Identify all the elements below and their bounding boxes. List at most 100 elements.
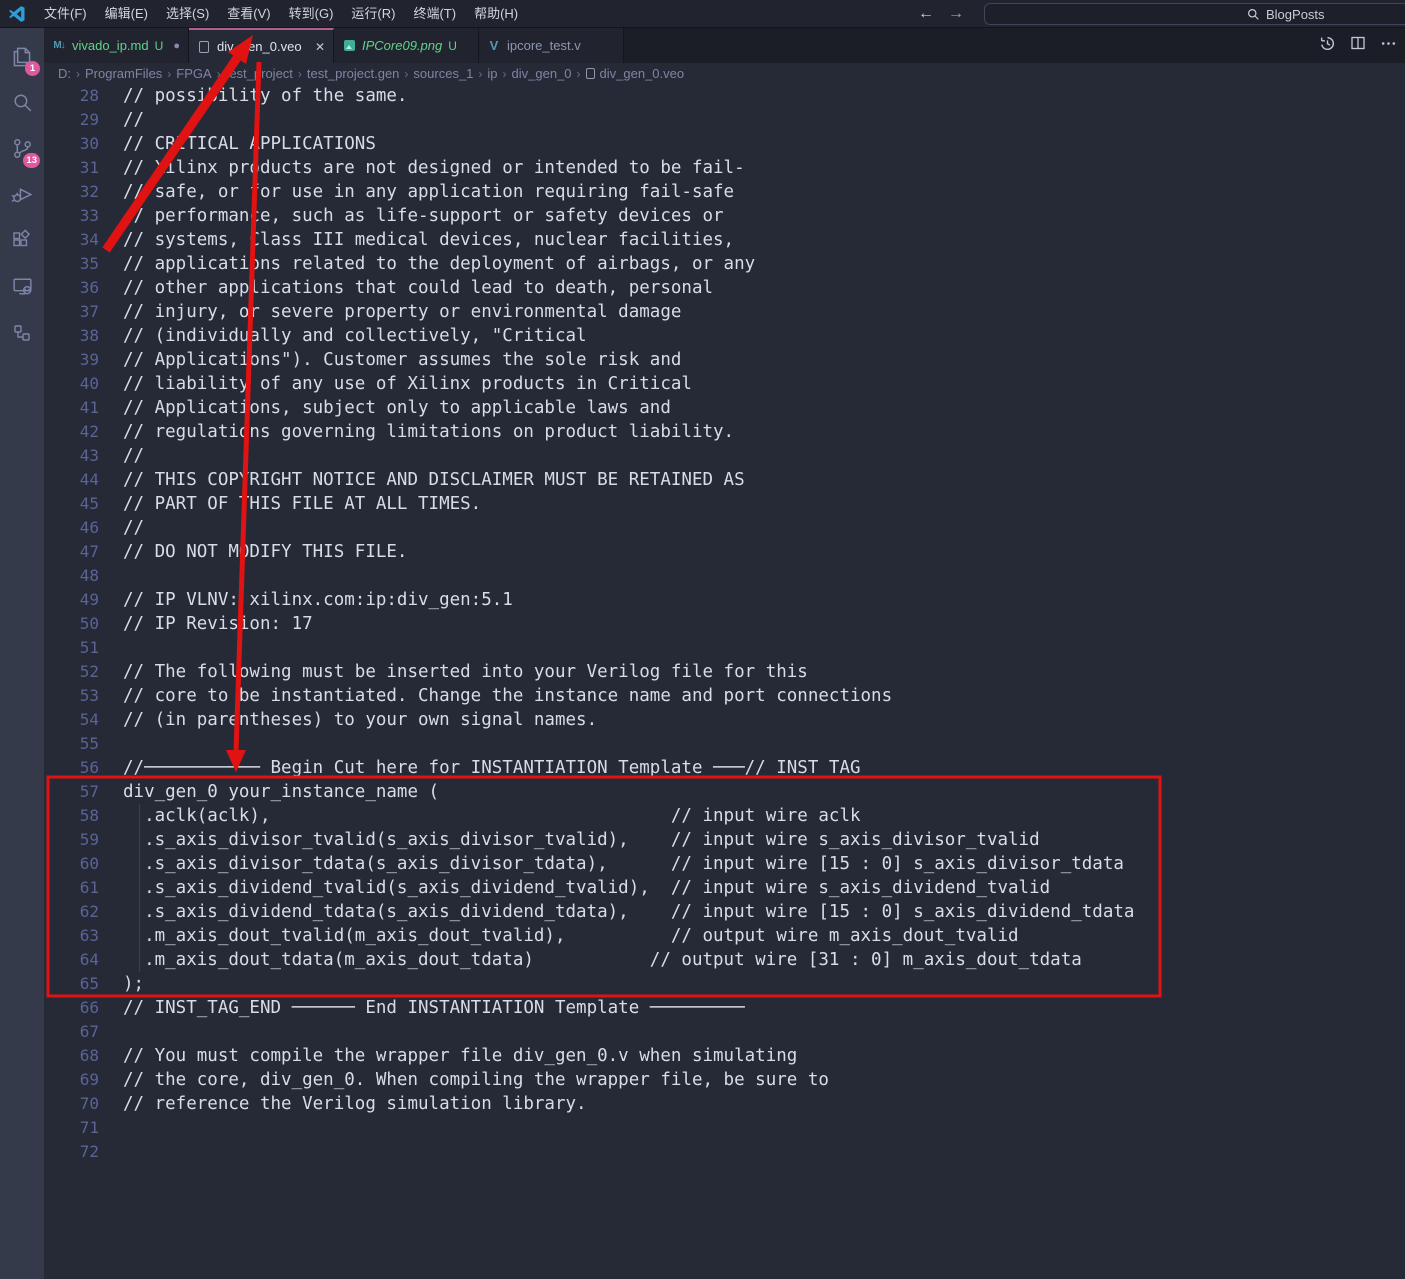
line-content: [99, 732, 123, 756]
line-number: 29: [44, 108, 99, 132]
line-number: 62: [44, 900, 99, 924]
menu-item-6[interactable]: 终端(T): [404, 0, 465, 28]
code-line-56[interactable]: 56//─────────── Begin Cut here for INSTA…: [44, 756, 1405, 780]
code-line-41[interactable]: 41// Applications, subject only to appli…: [44, 396, 1405, 420]
forward-arrow-icon[interactable]: →: [948, 5, 964, 23]
breadcrumb-item-1[interactable]: ProgramFiles: [85, 66, 162, 81]
back-arrow-icon[interactable]: ←: [918, 5, 934, 23]
tab-vivado_ip.md[interactable]: M↓vivado_ip.mdU●: [44, 28, 189, 63]
code-line-72[interactable]: 72: [44, 1140, 1405, 1164]
tab-IPCore09.png[interactable]: IPCore09.pngU: [334, 28, 479, 63]
line-content: // INST_TAG_END ────── End INSTANTIATION…: [99, 996, 745, 1020]
activity-bar-item-run-and-debug[interactable]: [0, 174, 44, 220]
menu-item-5[interactable]: 运行(R): [342, 0, 404, 28]
breadcrumb-item-0[interactable]: D:: [58, 66, 71, 81]
code-line-37[interactable]: 37// injury, or severe property or envir…: [44, 300, 1405, 324]
modified-dot-icon[interactable]: ●: [173, 40, 180, 52]
code-line-46[interactable]: 46//: [44, 516, 1405, 540]
line-number: 33: [44, 204, 99, 228]
breadcrumb-item-3[interactable]: test_project: [226, 66, 293, 81]
split-editor-icon[interactable]: [1350, 35, 1366, 56]
activity-bar-item-search[interactable]: [0, 82, 44, 128]
code-line-58[interactable]: 58 .aclk(aclk), // input wire aclk: [44, 804, 1405, 828]
activity-bar-item-extensions[interactable]: [0, 220, 44, 266]
breadcrumb-item-4[interactable]: test_project.gen: [307, 66, 400, 81]
code-line-39[interactable]: 39// Applications"). Customer assumes th…: [44, 348, 1405, 372]
menu-item-4[interactable]: 转到(G): [280, 0, 343, 28]
breadcrumb-separator: ›: [577, 67, 581, 81]
breadcrumb-item-6[interactable]: ip: [487, 66, 497, 81]
code-line-64[interactable]: 64 .m_axis_dout_tdata(m_axis_dout_tdata)…: [44, 948, 1405, 972]
code-line-29[interactable]: 29//: [44, 108, 1405, 132]
code-line-53[interactable]: 53// core to be instantiated. Change the…: [44, 684, 1405, 708]
line-number: 36: [44, 276, 99, 300]
code-line-68[interactable]: 68// You must compile the wrapper file d…: [44, 1044, 1405, 1068]
code-line-69[interactable]: 69// the core, div_gen_0. When compiling…: [44, 1068, 1405, 1092]
code-line-59[interactable]: 59 .s_axis_divisor_tvalid(s_axis_divisor…: [44, 828, 1405, 852]
code-line-28[interactable]: 28// possibility of the same.: [44, 84, 1405, 108]
code-line-54[interactable]: 54// (in parentheses) to your own signal…: [44, 708, 1405, 732]
code-line-33[interactable]: 33// performance, such as life-support o…: [44, 204, 1405, 228]
code-line-49[interactable]: 49// IP VLNV: xilinx.com:ip:div_gen:5.1: [44, 588, 1405, 612]
breadcrumb-item-2[interactable]: FPGA: [176, 66, 211, 81]
line-content: // Applications, subject only to applica…: [99, 396, 671, 420]
activity-bar-item-remote-explorer[interactable]: [0, 266, 44, 312]
code-line-36[interactable]: 36// other applications that could lead …: [44, 276, 1405, 300]
code-line-43[interactable]: 43//: [44, 444, 1405, 468]
image-icon: [342, 39, 356, 53]
tab-ipcore_test.v[interactable]: Vipcore_test.v: [479, 28, 624, 63]
line-content: //─────────── Begin Cut here for INSTANT…: [99, 756, 861, 780]
code-line-45[interactable]: 45// PART OF THIS FILE AT ALL TIMES.: [44, 492, 1405, 516]
code-editor[interactable]: 28// possibility of the same.29//30// CR…: [44, 84, 1405, 1279]
code-line-35[interactable]: 35// applications related to the deploym…: [44, 252, 1405, 276]
menu-item-0[interactable]: 文件(F): [35, 0, 96, 28]
code-line-38[interactable]: 38// (individually and collectively, "Cr…: [44, 324, 1405, 348]
activity-bar-item-hierarchy[interactable]: [0, 312, 44, 358]
tab-div_gen_0.veo[interactable]: div_gen_0.veo✕: [189, 28, 334, 63]
code-line-34[interactable]: 34// systems, Class III medical devices,…: [44, 228, 1405, 252]
line-number: 31: [44, 156, 99, 180]
tab-label: IPCore09.png: [362, 38, 442, 53]
code-line-63[interactable]: 63 .m_axis_dout_tvalid(m_axis_dout_tvali…: [44, 924, 1405, 948]
line-content: // performance, such as life-support or …: [99, 204, 724, 228]
code-line-67[interactable]: 67: [44, 1020, 1405, 1044]
command-center-search[interactable]: BlogPosts: [984, 3, 1405, 25]
breadcrumb-item-7[interactable]: div_gen_0: [512, 66, 572, 81]
code-line-48[interactable]: 48: [44, 564, 1405, 588]
menu-item-2[interactable]: 选择(S): [157, 0, 218, 28]
code-line-57[interactable]: 57div_gen_0 your_instance_name (: [44, 780, 1405, 804]
code-line-50[interactable]: 50// IP Revision: 17: [44, 612, 1405, 636]
code-line-31[interactable]: 31// Xilinx products are not designed or…: [44, 156, 1405, 180]
menu-item-3[interactable]: 查看(V): [218, 0, 279, 28]
menu-item-1[interactable]: 编辑(E): [96, 0, 157, 28]
close-tab-icon[interactable]: ✕: [315, 40, 325, 54]
code-line-42[interactable]: 42// regulations governing limitations o…: [44, 420, 1405, 444]
code-line-51[interactable]: 51: [44, 636, 1405, 660]
activity-bar-item-explorer[interactable]: 1: [0, 36, 44, 82]
code-line-44[interactable]: 44// THIS COPYRIGHT NOTICE AND DISCLAIME…: [44, 468, 1405, 492]
breadcrumb-separator: ›: [217, 67, 221, 81]
code-line-62[interactable]: 62 .s_axis_dividend_tdata(s_axis_dividen…: [44, 900, 1405, 924]
code-line-61[interactable]: 61 .s_axis_dividend_tvalid(s_axis_divide…: [44, 876, 1405, 900]
more-actions-icon[interactable]: [1380, 35, 1397, 57]
code-line-30[interactable]: 30// CRITICAL APPLICATIONS: [44, 132, 1405, 156]
timeline-history-icon[interactable]: [1319, 35, 1336, 57]
code-line-65[interactable]: 65);: [44, 972, 1405, 996]
code-line-66[interactable]: 66// INST_TAG_END ────── End INSTANTIATI…: [44, 996, 1405, 1020]
code-line-32[interactable]: 32// safe, or for use in any application…: [44, 180, 1405, 204]
line-number: 34: [44, 228, 99, 252]
code-line-47[interactable]: 47// DO NOT MODIFY THIS FILE.: [44, 540, 1405, 564]
code-line-40[interactable]: 40// liability of any use of Xilinx prod…: [44, 372, 1405, 396]
code-line-60[interactable]: 60 .s_axis_divisor_tdata(s_axis_divisor_…: [44, 852, 1405, 876]
code-line-70[interactable]: 70// reference the Verilog simulation li…: [44, 1092, 1405, 1116]
command-center-text: BlogPosts: [1266, 7, 1325, 22]
line-number: 60: [44, 852, 99, 876]
breadcrumb-item-8[interactable]: div_gen_0.veo: [600, 66, 685, 81]
activity-bar-item-source-control[interactable]: 13: [0, 128, 44, 174]
code-line-55[interactable]: 55: [44, 732, 1405, 756]
code-line-71[interactable]: 71: [44, 1116, 1405, 1140]
breadcrumb-item-5[interactable]: sources_1: [413, 66, 473, 81]
menu-item-7[interactable]: 帮助(H): [465, 0, 527, 28]
code-line-52[interactable]: 52// The following must be inserted into…: [44, 660, 1405, 684]
markdown-icon: M↓: [52, 39, 66, 53]
